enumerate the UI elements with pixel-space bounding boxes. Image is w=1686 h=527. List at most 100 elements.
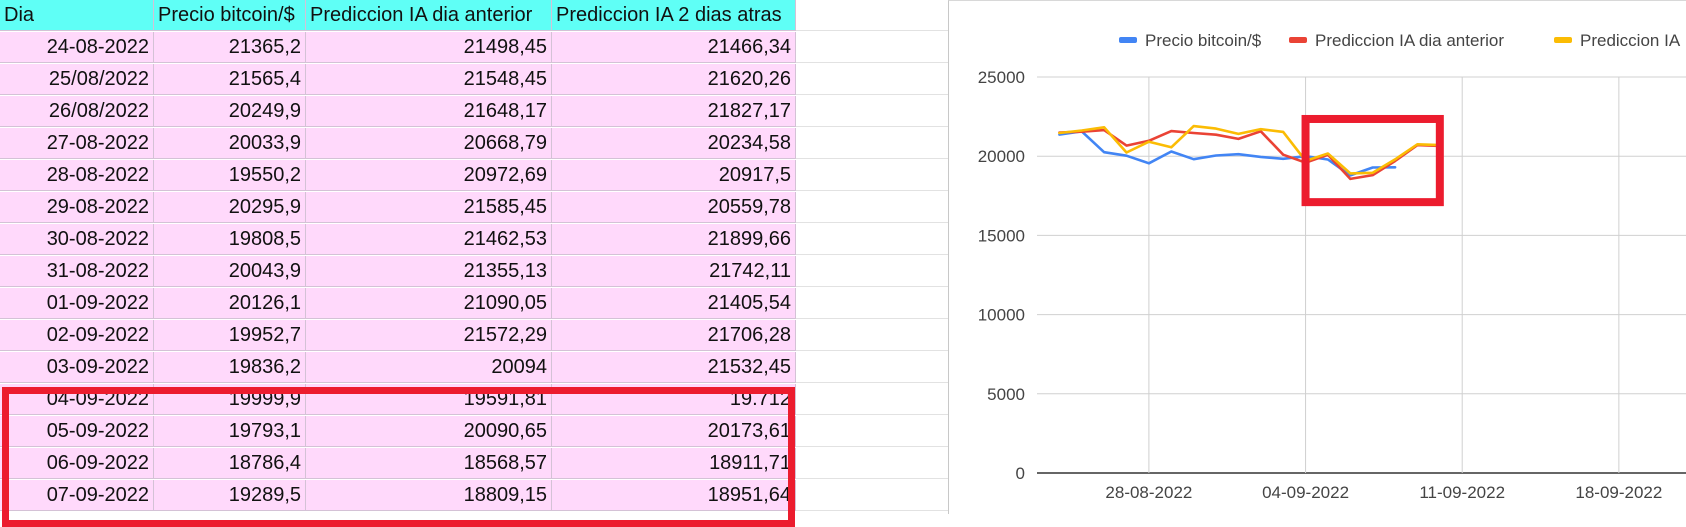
table-cell[interactable]: 29-08-2022 [0,192,154,223]
empty-cell[interactable] [796,64,950,95]
table-cell[interactable]: 05-09-2022 [0,416,154,447]
empty-cell[interactable] [796,352,950,383]
table-cell[interactable]: 21585,45 [306,192,552,223]
empty-cell[interactable] [796,0,950,31]
table-cell[interactable]: 19591,81 [306,384,552,415]
table-cell[interactable]: 19808,5 [154,224,306,255]
empty-cell[interactable] [796,160,950,191]
legend-label: Prediccion IA [1580,31,1681,50]
table-cell[interactable]: 28-08-2022 [0,160,154,191]
table-cell[interactable]: 21572,29 [306,320,552,351]
table-cell[interactable]: 01-09-2022 [0,288,154,319]
legend-swatch [1289,37,1307,43]
y-tick-label: 0 [1016,464,1025,483]
empty-cell[interactable] [796,384,950,415]
table-cell[interactable]: 26/08/2022 [0,96,154,127]
table-cell[interactable]: 18911,71 [552,448,796,479]
table-cell[interactable]: 21466,34 [552,32,796,63]
table-cell[interactable]: 25/08/2022 [0,64,154,95]
table-cell[interactable]: 18568,57 [306,448,552,479]
table-cell[interactable]: 20090,65 [306,416,552,447]
empty-cell[interactable] [796,448,950,479]
table-cell[interactable]: 20043,9 [154,256,306,287]
table-cell[interactable]: 21742,11 [552,256,796,287]
empty-cell[interactable] [796,480,950,511]
table-cell[interactable]: 19999,9 [154,384,306,415]
table-cell[interactable]: 20668,79 [306,128,552,159]
table-cell[interactable]: 20126,1 [154,288,306,319]
x-tick-label: 11-09-2022 [1419,483,1505,502]
y-tick-label: 15000 [978,226,1025,245]
series-line-2 [1058,124,1442,175]
table-cell[interactable]: 21706,28 [552,320,796,351]
y-tick-label: 25000 [978,68,1025,87]
empty-cell[interactable] [796,224,950,255]
table-cell[interactable]: 04-09-2022 [0,384,154,415]
table-cell[interactable]: 27-08-2022 [0,128,154,159]
table-cell[interactable]: 20094 [306,352,552,383]
table-cell[interactable]: 21620,26 [552,64,796,95]
table-cell[interactable]: 19836,2 [154,352,306,383]
table-row: 27-08-2022 20033,9 20668,79 20234,58 [0,128,950,160]
table-row: 30-08-2022 19808,5 21462,53 21899,66 [0,224,950,256]
table-cell[interactable]: 20234,58 [552,128,796,159]
table-row: 06-09-2022 18786,4 18568,57 18911,71 [0,448,950,480]
empty-cell[interactable] [796,320,950,351]
table-cell[interactable]: 31-08-2022 [0,256,154,287]
empty-cell[interactable] [796,288,950,319]
table-cell[interactable]: 20295,9 [154,192,306,223]
table-cell[interactable]: 21827,17 [552,96,796,127]
table-cell[interactable]: 20173,61 [552,416,796,447]
table-row: 31-08-2022 20043,9 21355,13 21742,11 [0,256,950,288]
table-cell[interactable]: 18951,64 [552,480,796,511]
column-header[interactable]: Prediccion IA dia anterior [306,0,552,31]
table-cell[interactable]: 20033,9 [154,128,306,159]
empty-cell[interactable] [796,192,950,223]
legend-label: Prediccion IA dia anterior [1315,31,1504,50]
table-cell[interactable]: 21548,45 [306,64,552,95]
table-cell[interactable]: 21648,17 [306,96,552,127]
empty-cell[interactable] [796,96,950,127]
table-cell[interactable]: 03-09-2022 [0,352,154,383]
table-cell[interactable]: 07-09-2022 [0,480,154,511]
table-cell[interactable]: 18786,4 [154,448,306,479]
table-cell[interactable]: 21405,54 [552,288,796,319]
table-cell[interactable]: 06-09-2022 [0,448,154,479]
table-cell[interactable]: 21365,2 [154,32,306,63]
table-row: 29-08-2022 20295,9 21585,45 20559,78 [0,192,950,224]
table-cell[interactable]: 19952,7 [154,320,306,351]
table-cell[interactable]: 21090,05 [306,288,552,319]
table-row: 04-09-2022 19999,9 19591,81 19.712 [0,384,950,416]
table-cell[interactable]: 20559,78 [552,192,796,223]
table-cell[interactable]: 20972,69 [306,160,552,191]
table-cell[interactable]: 02-09-2022 [0,320,154,351]
table-cell[interactable]: 18809,15 [306,480,552,511]
empty-cell[interactable] [796,256,950,287]
column-header[interactable]: Prediccion IA 2 dias atras [552,0,796,31]
table-cell[interactable]: 20917,5 [552,160,796,191]
table-cell[interactable]: 21899,66 [552,224,796,255]
empty-cell[interactable] [796,32,950,63]
table-cell[interactable]: 21532,45 [552,352,796,383]
table-cell[interactable]: 21498,45 [306,32,552,63]
table-cell[interactable]: 19550,2 [154,160,306,191]
table-cell[interactable]: 21565,4 [154,64,306,95]
table-row: 03-09-2022 19836,2 20094 21532,45 [0,352,950,384]
line-chart: 0 5000 10000 15000 20000 25000 28-08-2022 04-09… [978,31,1686,502]
table-cell[interactable]: 21355,13 [306,256,552,287]
column-header[interactable]: Dia [0,0,154,31]
empty-cell[interactable] [796,128,950,159]
table-cell[interactable]: 30-08-2022 [0,224,154,255]
column-header[interactable]: Precio bitcoin/$ [154,0,306,31]
chart-panel[interactable]: 0 5000 10000 15000 20000 25000 28-08-2022 04-09… [948,0,1686,514]
legend-label: Precio bitcoin/$ [1145,31,1262,50]
legend-swatch [1119,37,1137,43]
table-row: 25/08/2022 21565,4 21548,45 21620,26 [0,64,950,96]
table-cell[interactable]: 20249,9 [154,96,306,127]
table-cell[interactable]: 19289,5 [154,480,306,511]
empty-cell[interactable] [796,416,950,447]
table-cell[interactable]: 19793,1 [154,416,306,447]
table-cell[interactable]: 19.712 [552,384,796,415]
table-cell[interactable]: 24-08-2022 [0,32,154,63]
table-cell[interactable]: 21462,53 [306,224,552,255]
